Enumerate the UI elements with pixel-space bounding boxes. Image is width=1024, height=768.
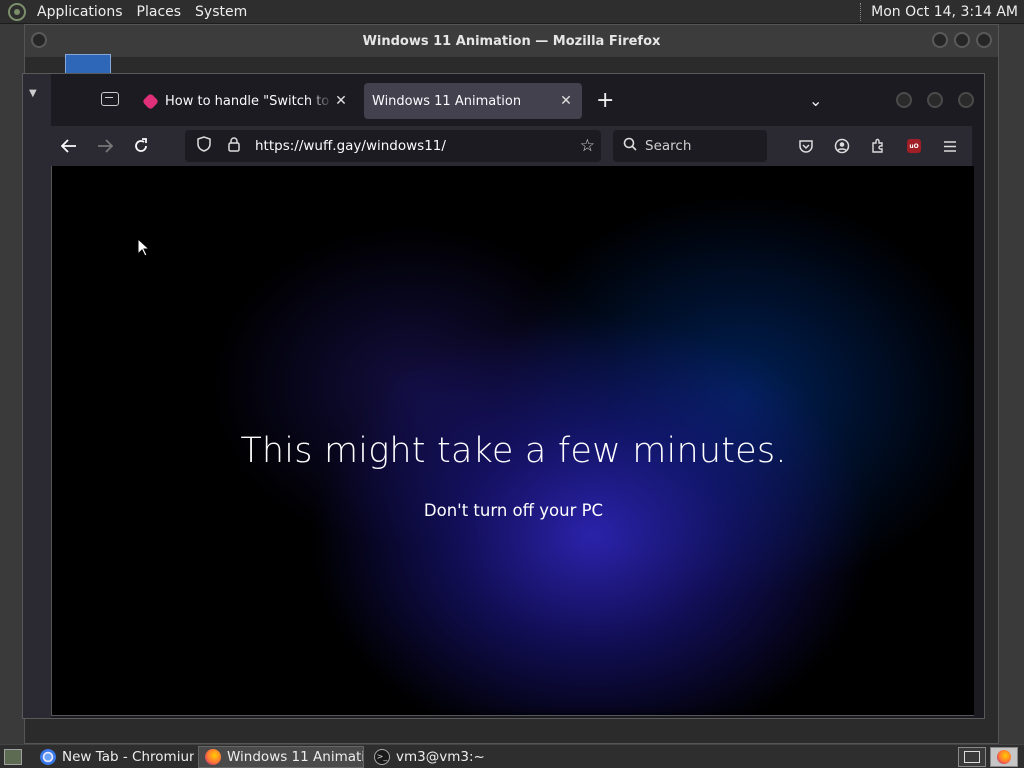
url-text[interactable]: https://wuff.gay/windows11/ (255, 138, 446, 154)
list-all-tabs-chevron-icon[interactable]: ⌄ (809, 86, 822, 116)
search-placeholder: Search (645, 138, 692, 154)
pocket-icon[interactable] (788, 130, 824, 162)
arrow-right-icon (98, 139, 113, 153)
page-subline: Don't turn off your PC (423, 501, 604, 520)
bookmark-star-icon[interactable]: ☆ (580, 136, 595, 156)
bottom-taskbar: New Tab - Chromium Windows 11 Animati...… (0, 744, 1024, 768)
account-icon[interactable] (824, 130, 860, 162)
firefox-icon (997, 749, 1011, 764)
close-icon[interactable]: ✕ (558, 93, 574, 109)
reload-button[interactable] (123, 130, 159, 162)
window-menu-button[interactable] (31, 32, 47, 52)
window-controls (932, 32, 992, 48)
workspace-2[interactable] (990, 746, 1018, 767)
close-button[interactable] (976, 32, 992, 48)
tab-windows-11-animation[interactable]: Windows 11 Animation ✕ (364, 83, 582, 119)
window-title: Windows 11 Animation — Mozilla Firefox (362, 33, 661, 49)
task-label: vm3@vm3:~ (396, 748, 485, 765)
chevron-down-icon[interactable]: ▼ (29, 88, 37, 99)
task-label: Windows 11 Animati... (227, 748, 364, 765)
firefox-view-icon[interactable] (101, 92, 119, 106)
tab-title: Windows 11 Animation (372, 93, 522, 109)
ublock-icon[interactable]: uO (896, 130, 932, 162)
menu-icon[interactable] (932, 130, 968, 162)
extensions-icon[interactable] (860, 130, 896, 162)
clock[interactable]: Mon Oct 14, 3:14 AM (871, 4, 1024, 20)
task-terminal[interactable]: >_ vm3@vm3:~ (368, 746, 498, 768)
tab-bar: How to handle "Switch to a ✕ Windows 11 … (51, 74, 984, 126)
page-headline: This might take a few minutes. (240, 431, 787, 471)
firefox-icon (205, 748, 221, 765)
minimize-button[interactable] (896, 92, 912, 108)
maximize-button[interactable] (954, 32, 970, 48)
mouse-cursor-icon (137, 238, 149, 257)
task-firefox[interactable]: Windows 11 Animati... (198, 745, 364, 768)
chromium-icon (40, 748, 56, 765)
top-panel: Applications Places System Mon Oct 14, 3… (0, 0, 1024, 24)
pink-flower-icon (142, 92, 159, 110)
menu-system[interactable]: System (188, 0, 254, 24)
workspace-switcher (958, 746, 1024, 767)
back-button[interactable] (51, 130, 87, 162)
navigation-toolbar: https://wuff.gay/windows11/ ☆ Search uO (51, 126, 972, 166)
maximize-button[interactable] (927, 92, 943, 108)
menu-places[interactable]: Places (130, 0, 189, 24)
page-content[interactable]: This might take a few minutes. Don't tur… (51, 166, 974, 716)
task-chromium[interactable]: New Tab - Chromium (34, 746, 194, 768)
terminal-icon: >_ (374, 748, 390, 765)
shield-icon[interactable] (193, 136, 215, 156)
reload-icon (135, 138, 147, 152)
arrow-left-icon (61, 139, 76, 153)
toolbar-icons: uO (788, 130, 968, 162)
distro-logo-icon[interactable] (8, 2, 26, 21)
firefox-window: ▼ How to handle "Switch to a ✕ Windows 1… (22, 73, 985, 719)
menu-applications[interactable]: Applications (30, 0, 130, 24)
search-icon (623, 137, 637, 155)
firefox-window-controls (896, 92, 974, 108)
task-label: New Tab - Chromium (62, 748, 194, 765)
panel-right: Mon Oct 14, 3:14 AM (860, 0, 1024, 24)
window-thumbnail-icon (964, 750, 980, 763)
show-desktop-icon[interactable] (4, 748, 22, 765)
search-bar[interactable]: Search (613, 130, 767, 162)
url-bar[interactable]: https://wuff.gay/windows11/ ☆ (185, 130, 601, 162)
forward-button[interactable] (87, 130, 123, 162)
tab-switch-to[interactable]: How to handle "Switch to a ✕ (135, 83, 357, 119)
minimize-button[interactable] (932, 32, 948, 48)
sidebar-strip: ▼ (23, 74, 51, 718)
panel-separator (860, 2, 863, 21)
circle-icon (31, 32, 47, 48)
close-button[interactable] (958, 92, 974, 108)
close-icon[interactable]: ✕ (333, 93, 349, 109)
workspace-1[interactable] (958, 746, 986, 767)
lock-icon[interactable] (223, 136, 245, 156)
new-tab-button[interactable]: + (596, 86, 614, 116)
tab-title: How to handle "Switch to a (165, 93, 333, 109)
window-titlebar[interactable]: Windows 11 Animation — Mozilla Firefox (25, 25, 998, 57)
